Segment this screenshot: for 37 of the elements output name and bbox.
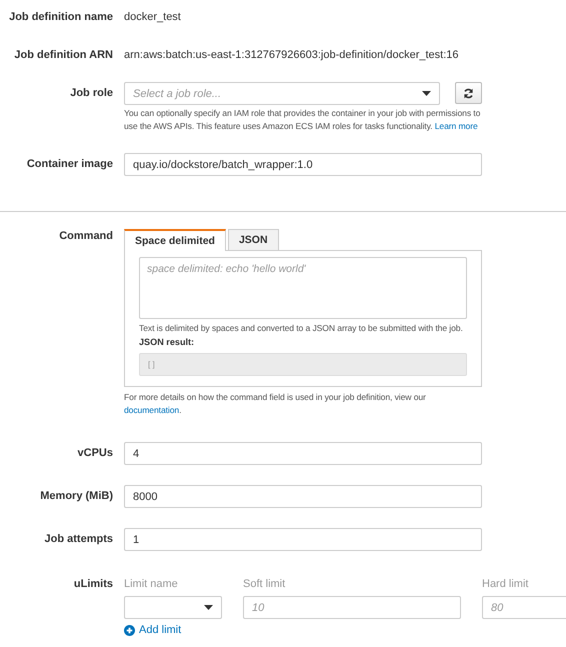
- field-label: Job definition name: [8, 10, 113, 24]
- help-text: You can optionally specify an IAM role that provides the container in your job with permissions to use the AWS APIs. This feature uses Amazon ECS IAM roles for tasks functionality. Learn more: [124, 107, 481, 133]
- tab[interactable]: Space delimited: [124, 229, 226, 251]
- caret-icon: [204, 605, 213, 610]
- caret-icon: [422, 91, 431, 96]
- field-label: Job role: [69, 86, 113, 101]
- column-header: Hard limit: [482, 577, 530, 591]
- json-result-field: [ ]: [139, 353, 467, 376]
- field-label: Command: [58, 229, 113, 243]
- tab[interactable]: JSON: [228, 229, 279, 250]
- column-header: Soft limit: [243, 577, 286, 591]
- refresh-button[interactable]: [455, 82, 482, 104]
- plus-icon: [124, 624, 135, 636]
- column-header: Limit name: [124, 577, 179, 591]
- field-label: Job attempts: [44, 532, 113, 547]
- number-field[interactable]: 1: [124, 528, 482, 551]
- documentation-link[interactable]: documentation: [124, 405, 180, 415]
- field-value: docker_test: [124, 10, 181, 24]
- refresh-icon: [463, 88, 474, 98]
- result-label: JSON result:: [139, 337, 196, 347]
- field-label: uLimits: [72, 577, 113, 591]
- command-field[interactable]: space delimited: echo 'hello world': [139, 257, 467, 319]
- help-text: Text is delimited by spaces and converted to a JSON array to be submitted with the job.: [139, 322, 464, 335]
- field-label: Container image: [26, 157, 113, 172]
- help-text: For more details on how the command field is used in your job definition, view our documentation.: [124, 391, 427, 417]
- number-field[interactable]: 4: [124, 442, 482, 465]
- soft-limit-field[interactable]: 10: [243, 596, 461, 619]
- hard-limit-field[interactable]: 80: [482, 596, 566, 619]
- field-label: Memory (MiB): [39, 489, 113, 504]
- field-label: Job definition ARN: [13, 48, 113, 62]
- field-label: vCPUs: [76, 446, 113, 461]
- add-limit-link[interactable]: Add limit: [124, 624, 182, 636]
- role-select[interactable]: Select a job role...: [124, 82, 440, 105]
- learn-more-link[interactable]: Learn more: [434, 121, 478, 131]
- container-image-field[interactable]: quay.io/dockstore/batch_wrapper:1.0: [124, 153, 482, 176]
- number-field[interactable]: 8000: [124, 485, 482, 508]
- field-value: arn:aws:batch:us-east-1:312767926603:job-definition/docker_test:16: [124, 48, 459, 62]
